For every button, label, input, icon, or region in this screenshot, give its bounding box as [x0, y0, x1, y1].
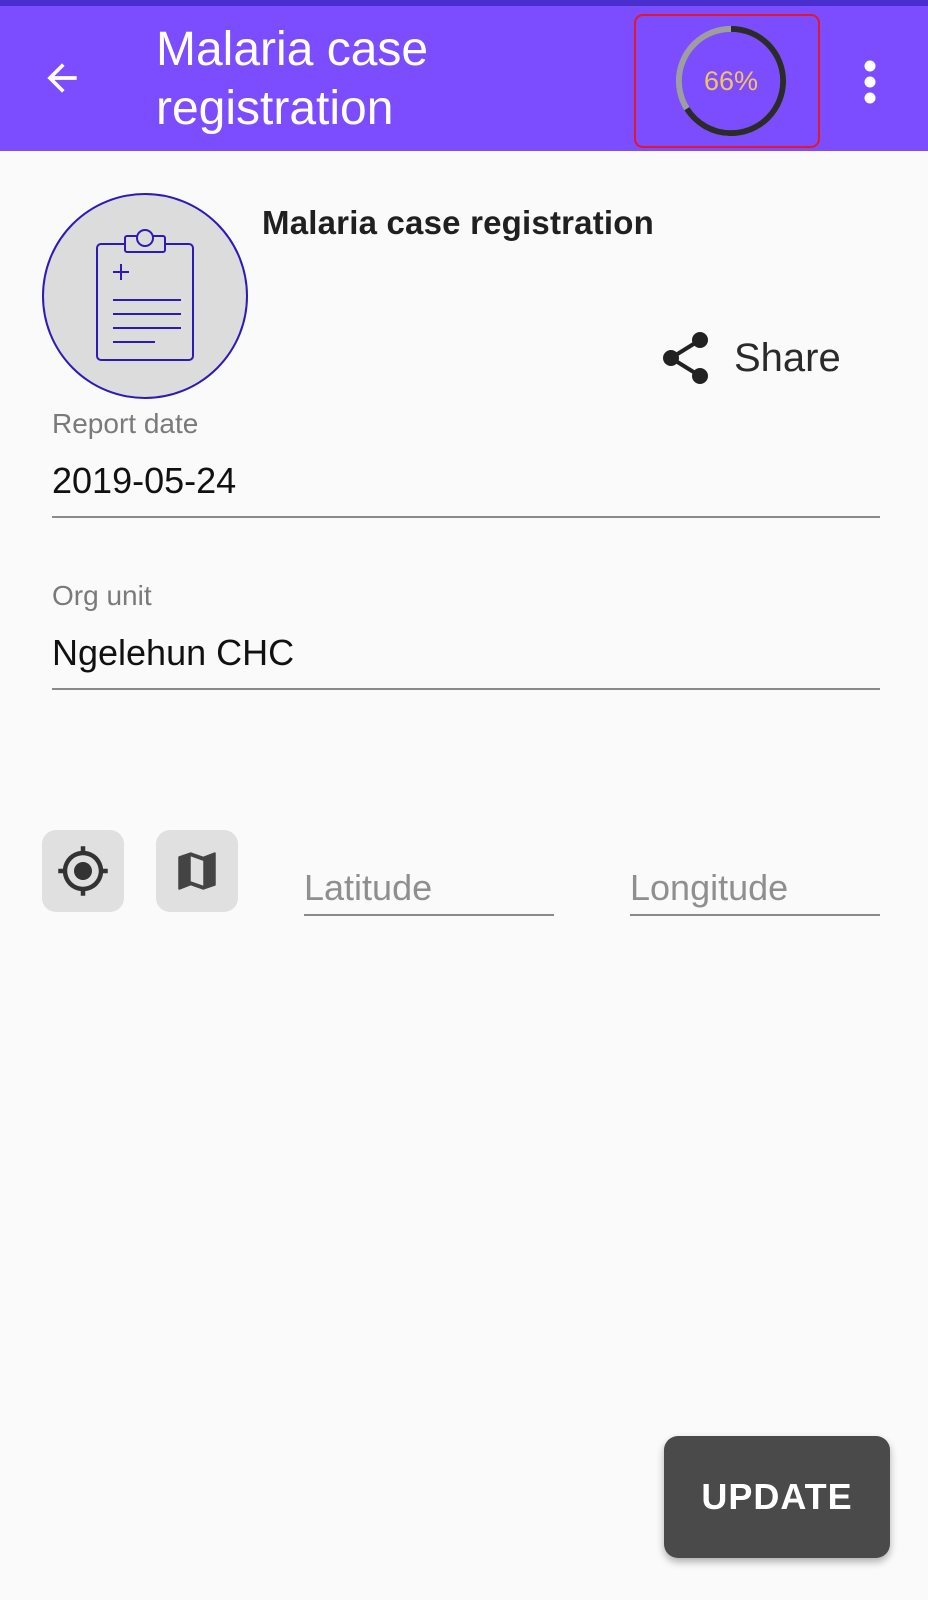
- page-title: Malaria case registration: [156, 23, 429, 135]
- update-button[interactable]: UPDATE: [664, 1436, 890, 1558]
- longitude-input[interactable]: [630, 862, 880, 916]
- back-button[interactable]: [30, 46, 94, 110]
- clipboard-icon: [96, 229, 194, 361]
- arrow-left-icon: [47, 63, 77, 93]
- share-icon: [663, 332, 708, 384]
- share-label: Share: [734, 335, 841, 380]
- overflow-menu-button[interactable]: [846, 50, 894, 114]
- latitude-input[interactable]: [304, 862, 554, 916]
- current-location-button[interactable]: [42, 830, 124, 912]
- program-avatar: [42, 193, 248, 399]
- org-unit-label: Org unit: [52, 580, 152, 611]
- org-unit-field[interactable]: Org unit Ngelehun CHC: [52, 580, 880, 690]
- report-date-field[interactable]: Report date 2019-05-24: [52, 408, 880, 518]
- org-unit-value[interactable]: Ngelehun CHC: [52, 632, 880, 690]
- completion-progress[interactable]: 66%: [634, 14, 820, 148]
- program-name: Malaria case registration: [262, 204, 655, 241]
- report-date-label: Report date: [52, 408, 199, 439]
- pick-on-map-button[interactable]: [156, 830, 238, 912]
- share-button[interactable]: Share: [662, 326, 882, 390]
- gps-fixed-icon: [58, 846, 108, 896]
- app-toolbar: Malaria case registration 66%: [0, 6, 928, 151]
- map-icon: [178, 852, 216, 890]
- report-date-value[interactable]: 2019-05-24: [52, 460, 880, 518]
- more-vertical-icon: [864, 60, 876, 104]
- progress-percent: 66%: [703, 65, 759, 96]
